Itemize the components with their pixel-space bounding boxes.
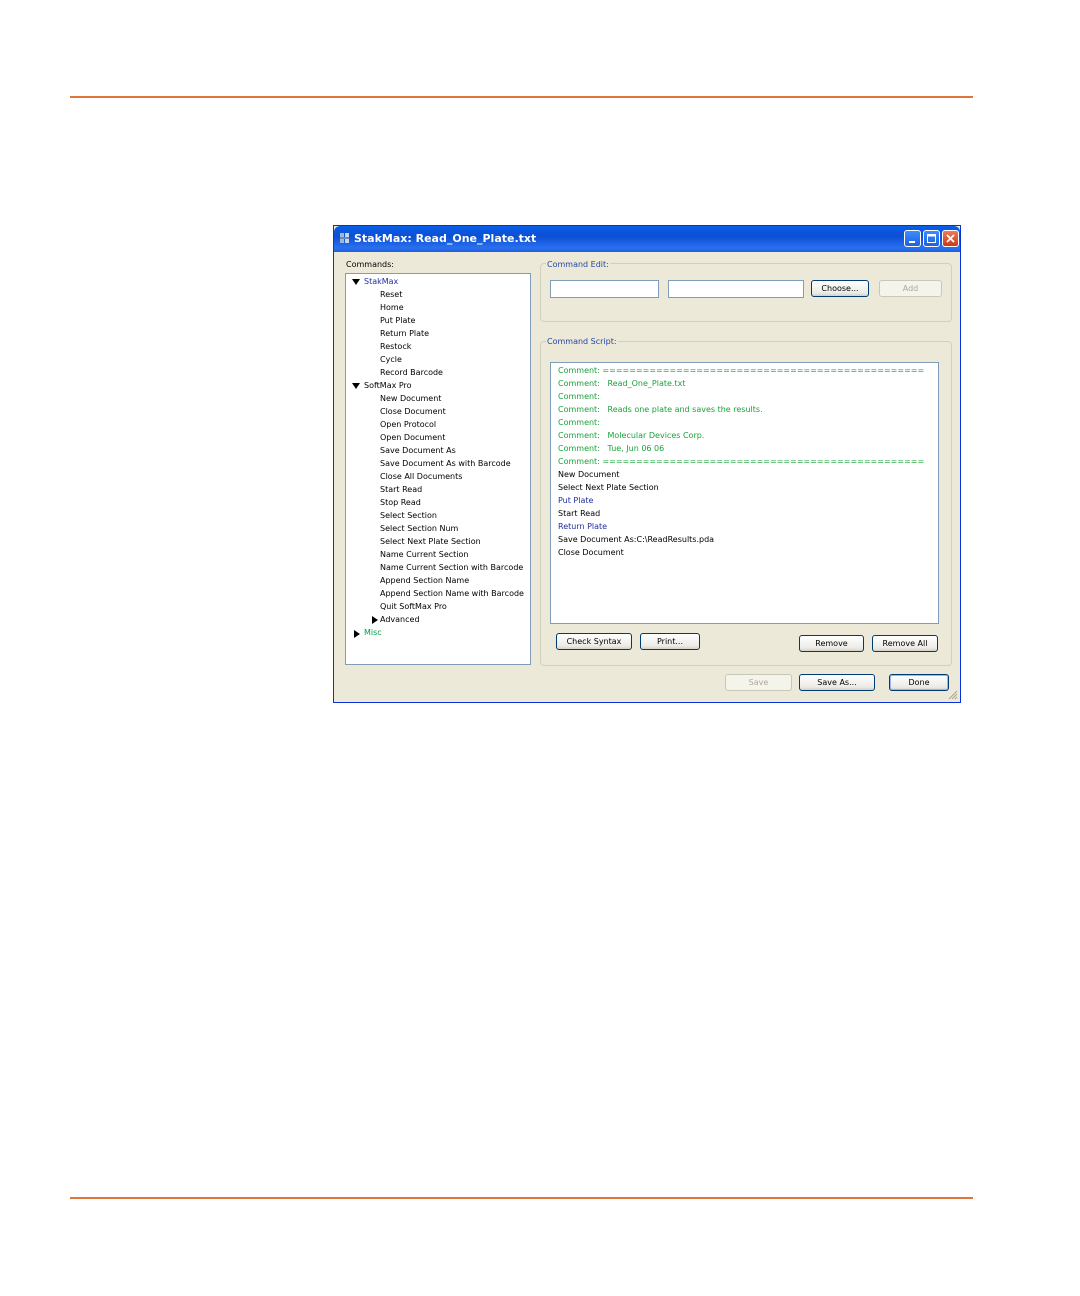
command-field-1[interactable] [550, 280, 659, 298]
tree-item[interactable]: Cycle [380, 355, 402, 365]
page-bottom-rule [70, 1197, 973, 1199]
title-bar[interactable]: StakMax: Read_One_Plate.txt [334, 226, 960, 252]
tree-item[interactable]: Close All Documents [380, 472, 462, 482]
command-script-label: Command Script: [546, 337, 618, 346]
tree-item[interactable]: Start Read [380, 485, 422, 495]
tree-item[interactable]: Open Protocol [380, 420, 436, 430]
resize-grip-icon[interactable] [948, 690, 958, 700]
remove-all-button[interactable]: Remove All [872, 635, 938, 652]
tree-item[interactable]: Quit SoftMax Pro [380, 602, 447, 612]
print-button[interactable]: Print... [640, 633, 700, 650]
minimize-icon [909, 241, 915, 243]
app-icon [340, 233, 349, 243]
tree-item[interactable]: Put Plate [380, 316, 415, 326]
maximize-icon [927, 234, 936, 243]
done-button[interactable]: Done [889, 674, 949, 691]
remove-button[interactable]: Remove [799, 635, 864, 652]
save-button[interactable]: Save [725, 674, 792, 691]
command-script-list[interactable]: Comment: ===============================… [550, 362, 939, 624]
script-line[interactable]: Comment: Read_One_Plate.txt [558, 379, 685, 389]
tree-category[interactable]: Misc [364, 628, 382, 638]
tree-category[interactable]: SoftMax Pro [364, 381, 412, 391]
collapsed-arrow-icon[interactable] [372, 616, 378, 624]
script-line[interactable]: Put Plate [558, 496, 593, 506]
tree-item[interactable]: Save Document As [380, 446, 456, 456]
expanded-arrow-icon[interactable] [352, 383, 360, 389]
tree-item[interactable]: Append Section Name with Barcode [380, 589, 524, 599]
commands-tree[interactable]: StakMax Reset Home Put Plate Return Plate Res… [345, 273, 531, 665]
save-as-button[interactable]: Save As... [799, 674, 875, 691]
script-line[interactable]: Return Plate [558, 522, 607, 532]
command-edit-label: Command Edit: [546, 260, 610, 269]
minimize-button[interactable] [904, 230, 921, 247]
tree-subcategory[interactable]: Advanced [380, 615, 420, 625]
window-title: StakMax: Read_One_Plate.txt [354, 232, 537, 245]
tree-category[interactable]: StakMax [364, 277, 398, 287]
script-line[interactable]: Comment: [558, 418, 600, 428]
tree-item[interactable]: Select Section Num [380, 524, 458, 534]
collapsed-arrow-icon[interactable] [354, 630, 360, 638]
tree-item[interactable]: Save Document As with Barcode [380, 459, 511, 469]
tree-item[interactable]: Name Current Section [380, 550, 468, 560]
script-line[interactable]: Comment: Reads one plate and saves the r… [558, 405, 763, 415]
tree-item[interactable]: Name Current Section with Barcode [380, 563, 523, 573]
close-button[interactable] [942, 230, 959, 247]
tree-item[interactable]: Append Section Name [380, 576, 469, 586]
stakmax-window: StakMax: Read_One_Plate.txt Commands: St… [333, 225, 961, 703]
script-line[interactable]: Select Next Plate Section [558, 483, 659, 493]
script-line[interactable]: Comment: Tue, Jun 06 06 [558, 444, 664, 454]
tree-item[interactable]: Open Document [380, 433, 445, 443]
tree-item[interactable]: Return Plate [380, 329, 429, 339]
tree-item[interactable]: Home [380, 303, 404, 313]
script-line[interactable]: Comment: Molecular Devices Corp. [558, 431, 704, 441]
maximize-button[interactable] [923, 230, 940, 247]
tree-item[interactable]: Record Barcode [380, 368, 443, 378]
page-top-rule [70, 96, 973, 98]
choose-button[interactable]: Choose... [811, 280, 869, 297]
tree-item[interactable]: Stop Read [380, 498, 421, 508]
script-line[interactable]: Save Document As:C:\ReadResults.pda [558, 535, 714, 545]
tree-item[interactable]: Select Section [380, 511, 437, 521]
tree-item[interactable]: Reset [380, 290, 402, 300]
script-line[interactable]: Start Read [558, 509, 600, 519]
command-field-2[interactable] [668, 280, 804, 298]
script-line[interactable]: Close Document [558, 548, 624, 558]
script-line[interactable]: Comment: [558, 392, 600, 402]
add-button[interactable]: Add [879, 280, 942, 297]
tree-item[interactable]: Select Next Plate Section [380, 537, 481, 547]
script-line[interactable]: Comment: ===============================… [558, 366, 924, 376]
tree-item[interactable]: Close Document [380, 407, 446, 417]
expanded-arrow-icon[interactable] [352, 279, 360, 285]
check-syntax-button[interactable]: Check Syntax [556, 633, 632, 650]
script-line[interactable]: Comment: ===============================… [558, 457, 924, 467]
tree-item[interactable]: Restock [380, 342, 411, 352]
script-line[interactable]: New Document [558, 470, 619, 480]
commands-label: Commands: [346, 260, 394, 269]
tree-item[interactable]: New Document [380, 394, 441, 404]
close-icon [946, 234, 955, 243]
